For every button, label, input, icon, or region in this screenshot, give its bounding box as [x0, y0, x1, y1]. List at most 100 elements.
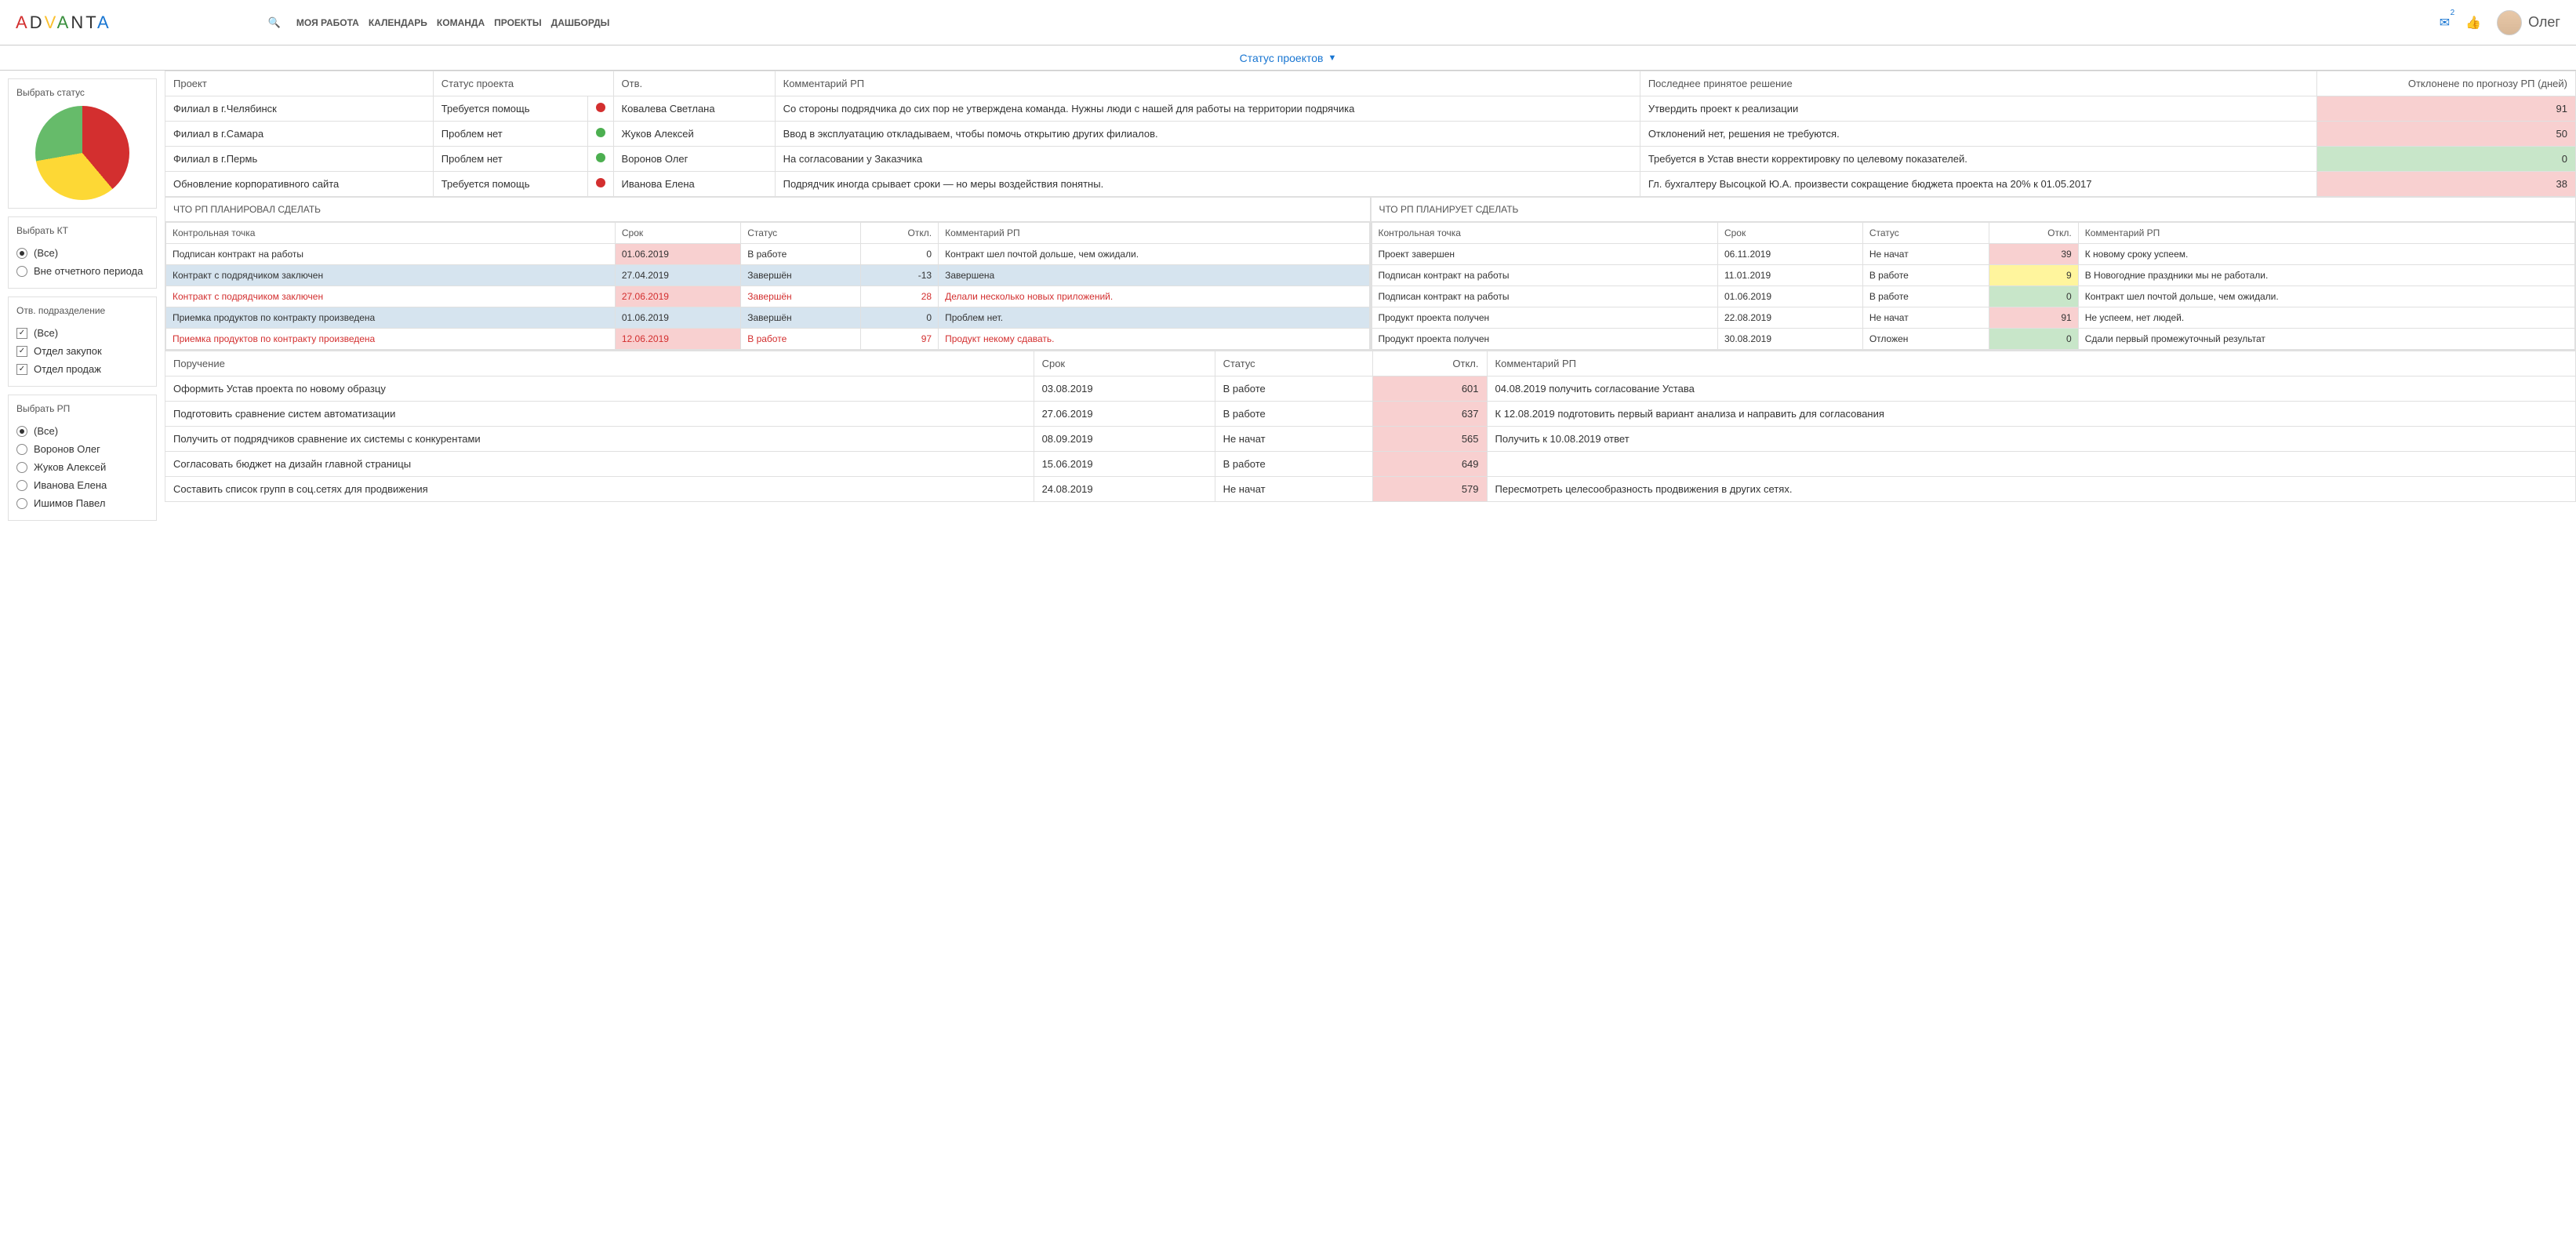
panel-planning: ЧТО РП ПЛАНИРУЕТ СДЕЛАТЬ Контрольная точ… — [1371, 197, 2576, 351]
cell-date: 01.06.2019 — [615, 307, 740, 329]
status-dot-icon — [596, 178, 605, 187]
table-row[interactable]: Подписан контракт на работы01.06.2019В р… — [166, 244, 1370, 265]
table-row[interactable]: Филиал в г.ПермьПроблем нетВоронов ОлегН… — [165, 147, 2576, 172]
table-row[interactable]: Контракт с подрядчиком заключен27.04.201… — [166, 265, 1370, 286]
nav-calendar[interactable]: КАЛЕНДАРЬ — [369, 17, 427, 28]
rp-radio-all[interactable]: (Все) — [16, 422, 148, 440]
th-comment[interactable]: Комментарий РП — [775, 71, 1640, 96]
dept-check-all[interactable]: (Все) — [16, 324, 148, 342]
notif-count: 2 — [2451, 9, 2455, 17]
th-task-date[interactable]: Срок — [1034, 351, 1215, 376]
th-project[interactable]: Проект — [165, 71, 434, 96]
th-kt-point[interactable]: Контрольная точка — [166, 223, 616, 244]
th-task-status[interactable]: Статус — [1215, 351, 1373, 376]
cell-comment: Ввод в эксплуатацию откладываем, чтобы п… — [775, 122, 1640, 147]
th-kt-comment[interactable]: Комментарий РП — [2078, 223, 2574, 244]
th-deviation[interactable]: Отклонене по прогнозу РП (дней) — [2317, 71, 2576, 96]
cell-comment: Делали несколько новых приложений. — [939, 286, 1369, 307]
rp-radio-ivanova[interactable]: Иванова Елена — [16, 476, 148, 494]
cell-resp: Воронов Олег — [613, 147, 775, 172]
cell-point: Приемка продуктов по контракту произведе… — [166, 307, 616, 329]
dept-check-zakup[interactable]: Отдел закупок — [16, 342, 148, 360]
table-row[interactable]: Контракт с подрядчиком заключен27.06.201… — [166, 286, 1370, 307]
nav-team[interactable]: КОМАНДА — [437, 17, 485, 28]
status-pie-chart[interactable] — [35, 106, 129, 200]
panel-status-title: Выбрать статус — [16, 87, 148, 98]
table-row[interactable]: Подписан контракт на работы11.01.2019В р… — [1372, 265, 2575, 286]
th-kt-date[interactable]: Срок — [615, 223, 740, 244]
cell-status-dot — [587, 96, 613, 122]
cell-deviation: 38 — [2317, 172, 2576, 197]
cell-decision: Утвердить проект к реализации — [1640, 96, 2316, 122]
rp-radio-ishimov[interactable]: Ишимов Павел — [16, 494, 148, 512]
search-icon[interactable]: 🔍 — [268, 16, 281, 29]
thumbs-up-icon[interactable]: 👍 — [2465, 15, 2481, 31]
table-row[interactable]: Оформить Устав проекта по новому образцу… — [165, 376, 2576, 402]
cell-point: Контракт с подрядчиком заключен — [166, 286, 616, 307]
filter-icon[interactable]: ▼ — [1328, 53, 1336, 63]
rp-radio-voronov[interactable]: Воронов Олег — [16, 440, 148, 458]
avatar — [2497, 10, 2522, 35]
nav-dashboards[interactable]: ДАШБОРДЫ — [551, 17, 610, 28]
th-task-dev[interactable]: Откл. — [1373, 351, 1487, 376]
th-task[interactable]: Поручение — [165, 351, 1034, 376]
table-row[interactable]: Подписан контракт на работы01.06.2019В р… — [1372, 286, 2575, 307]
cell-point: Проект завершен — [1372, 244, 1717, 265]
cell-dev: 39 — [1989, 244, 2078, 265]
cell-status: Не начат — [1215, 477, 1373, 502]
th-kt-status[interactable]: Статус — [1862, 223, 1989, 244]
cell-comment: К новому сроку успеем. — [2078, 244, 2574, 265]
panel-rp: Выбрать РП (Все) Воронов Олег Жуков Алек… — [8, 395, 157, 521]
nav-projects[interactable]: ПРОЕКТЫ — [494, 17, 542, 28]
cell-comment: Контракт шел почтой дольше, чем ожидали. — [2078, 286, 2574, 307]
projects-table: Проект Статус проекта Отв. Комментарий Р… — [165, 71, 2576, 197]
th-decision[interactable]: Последнее принятое решение — [1640, 71, 2316, 96]
cell-comment — [1487, 452, 2575, 477]
th-resp[interactable]: Отв. — [613, 71, 775, 96]
radio-icon — [16, 462, 27, 473]
kt-radio-out[interactable]: Вне отчетного периода — [16, 262, 148, 280]
th-kt-status[interactable]: Статус — [741, 223, 861, 244]
th-kt-dev[interactable]: Откл. — [1989, 223, 2078, 244]
panel-planning-title: ЧТО РП ПЛАНИРУЕТ СДЕЛАТЬ — [1372, 198, 2576, 222]
cell-resp: Ковалева Светлана — [613, 96, 775, 122]
table-row[interactable]: Филиал в г.СамараПроблем нетЖуков Алексе… — [165, 122, 2576, 147]
table-row[interactable]: Филиал в г.ЧелябинскТребуется помощьКова… — [165, 96, 2576, 122]
cell-decision: Гл. бухгалтеру Высоцкой Ю.А. произвести … — [1640, 172, 2316, 197]
cell-status: Завершён — [741, 265, 861, 286]
table-row[interactable]: Согласовать бюджет на дизайн главной стр… — [165, 452, 2576, 477]
cell-comment: 04.08.2019 получить согласование Устава — [1487, 376, 2575, 402]
cell-date: 24.08.2019 — [1034, 477, 1215, 502]
cell-point: Подписан контракт на работы — [1372, 265, 1717, 286]
rp-radio-zhukov[interactable]: Жуков Алексей — [16, 458, 148, 476]
th-status[interactable]: Статус проекта — [433, 71, 613, 96]
cell-status: Отложен — [1862, 329, 1989, 350]
nav-my-work[interactable]: МОЯ РАБОТА — [296, 17, 359, 28]
radio-icon — [16, 480, 27, 491]
table-row[interactable]: Получить от подрядчиков сравнение их сис… — [165, 427, 2576, 452]
cell-comment: Не успеем, нет людей. — [2078, 307, 2574, 329]
logo[interactable]: ADVANTA — [16, 13, 111, 33]
check-icon — [16, 364, 27, 375]
table-row[interactable]: Продукт проекта получен30.08.2019Отложен… — [1372, 329, 2575, 350]
table-row[interactable]: Приемка продуктов по контракту произведе… — [166, 307, 1370, 329]
user-menu[interactable]: Олег — [2497, 10, 2560, 35]
mail-icon[interactable]: ✉2 — [2440, 15, 2450, 31]
table-row[interactable]: Обновление корпоративного сайтаТребуется… — [165, 172, 2576, 197]
table-row[interactable]: Проект завершен06.11.2019Не начат39К нов… — [1372, 244, 2575, 265]
cell-resp: Иванова Елена — [613, 172, 775, 197]
th-task-comment[interactable]: Комментарий РП — [1487, 351, 2575, 376]
table-row[interactable]: Приемка продуктов по контракту произведе… — [166, 329, 1370, 350]
th-kt-comment[interactable]: Комментарий РП — [939, 223, 1369, 244]
table-row[interactable]: Продукт проекта получен22.08.2019Не нача… — [1372, 307, 2575, 329]
table-row[interactable]: Подготовить сравнение систем автоматизац… — [165, 402, 2576, 427]
cell-date: 11.01.2019 — [1717, 265, 1862, 286]
dept-check-prodazh[interactable]: Отдел продаж — [16, 360, 148, 378]
th-kt-point[interactable]: Контрольная точка — [1372, 223, 1717, 244]
table-row[interactable]: Составить список групп в соц.сетях для п… — [165, 477, 2576, 502]
cell-point: Подписан контракт на работы — [166, 244, 616, 265]
kt-radio-all[interactable]: (Все) — [16, 244, 148, 262]
th-kt-dev[interactable]: Откл. — [861, 223, 939, 244]
th-kt-date[interactable]: Срок — [1717, 223, 1862, 244]
cell-task: Составить список групп в соц.сетях для п… — [165, 477, 1034, 502]
